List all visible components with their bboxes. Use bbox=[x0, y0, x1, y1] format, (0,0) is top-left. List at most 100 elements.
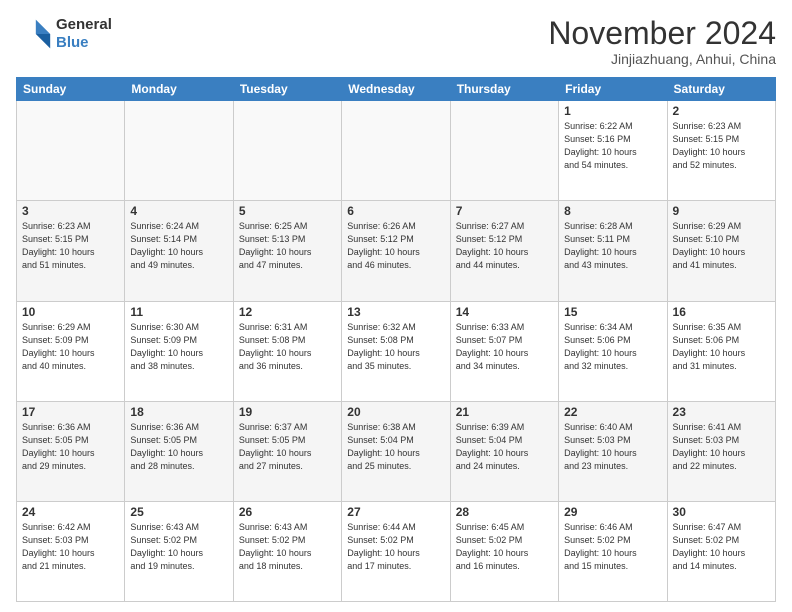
day-info: Sunrise: 6:47 AM Sunset: 5:02 PM Dayligh… bbox=[673, 521, 770, 573]
day-info: Sunrise: 6:36 AM Sunset: 5:05 PM Dayligh… bbox=[130, 421, 227, 473]
weekday-header-thursday: Thursday bbox=[450, 78, 558, 101]
calendar-day-5: 5 Sunrise: 6:25 AM Sunset: 5:13 PM Daylig… bbox=[233, 201, 341, 301]
day-number: 5 bbox=[239, 204, 336, 218]
calendar-day-11: 11 Sunrise: 6:30 AM Sunset: 5:09 PM Dayli… bbox=[125, 301, 233, 401]
calendar-day-14: 14Sunrise: 6:33 AM Sunset: 5:07 PM Dayli… bbox=[450, 301, 558, 401]
day-number: 7 bbox=[456, 204, 553, 218]
empty-cell bbox=[233, 101, 341, 201]
calendar-table: SundayMondayTuesdayWednesdayThursdayFrid… bbox=[16, 77, 776, 602]
location: Jinjiazhuang, Anhui, China bbox=[548, 51, 776, 67]
day-info: Sunrise: 6:44 AM Sunset: 5:02 PM Dayligh… bbox=[347, 521, 444, 573]
day-info: Sunrise: 6:38 AM Sunset: 5:04 PM Dayligh… bbox=[347, 421, 444, 473]
calendar-day-4: 4 Sunrise: 6:24 AM Sunset: 5:14 PM Daylig… bbox=[125, 201, 233, 301]
empty-cell bbox=[17, 101, 125, 201]
calendar-day-29: 29 Sunrise: 6:46 AM Sunset: 5:02 PM Dayli… bbox=[559, 501, 667, 601]
calendar-day-23: 23Sunrise: 6:41 AM Sunset: 5:03 PM Dayli… bbox=[667, 401, 775, 501]
calendar-day-30: 30 Sunrise: 6:47 AM Sunset: 5:02 PM Dayli… bbox=[667, 501, 775, 601]
day-number: 19 bbox=[239, 405, 336, 419]
day-info: Sunrise: 6:34 AM Sunset: 5:06 PM Dayligh… bbox=[564, 321, 661, 373]
weekday-header-monday: Monday bbox=[125, 78, 233, 101]
day-number: 3 bbox=[22, 204, 119, 218]
day-info: Sunrise: 6:36 AM Sunset: 5:05 PM Dayligh… bbox=[22, 421, 119, 473]
day-number: 4 bbox=[130, 204, 227, 218]
week-row-5: 24 Sunrise: 6:42 AM Sunset: 5:03 PM Dayli… bbox=[17, 501, 776, 601]
calendar-day-17: 17 Sunrise: 6:36 AM Sunset: 5:05 PM Dayli… bbox=[17, 401, 125, 501]
day-number: 2 bbox=[673, 104, 770, 118]
calendar-day-3: 3 Sunrise: 6:23 AM Sunset: 5:15 PM Daylig… bbox=[17, 201, 125, 301]
day-number: 14 bbox=[456, 305, 553, 319]
day-info: Sunrise: 6:23 AM Sunset: 5:15 PM Dayligh… bbox=[22, 220, 119, 272]
day-number: 28 bbox=[456, 505, 553, 519]
calendar-day-13: 13 Sunrise: 6:32 AM Sunset: 5:08 PM Dayli… bbox=[342, 301, 450, 401]
day-info: Sunrise: 6:29 AM Sunset: 5:10 PM Dayligh… bbox=[673, 220, 770, 272]
day-number: 18 bbox=[130, 405, 227, 419]
day-info: Sunrise: 6:42 AM Sunset: 5:03 PM Dayligh… bbox=[22, 521, 119, 573]
calendar-day-20: 20 Sunrise: 6:38 AM Sunset: 5:04 PM Dayli… bbox=[342, 401, 450, 501]
day-number: 24 bbox=[22, 505, 119, 519]
calendar-day-10: 10 Sunrise: 6:29 AM Sunset: 5:09 PM Dayli… bbox=[17, 301, 125, 401]
day-number: 13 bbox=[347, 305, 444, 319]
day-number: 11 bbox=[130, 305, 227, 319]
weekday-header-saturday: Saturday bbox=[667, 78, 775, 101]
title-block: November 2024 Jinjiazhuang, Anhui, China bbox=[548, 16, 776, 67]
calendar-day-16: 16Sunrise: 6:35 AM Sunset: 5:06 PM Dayli… bbox=[667, 301, 775, 401]
day-info: Sunrise: 6:23 AM Sunset: 5:15 PM Dayligh… bbox=[673, 120, 770, 172]
calendar-day-22: 22 Sunrise: 6:40 AM Sunset: 5:03 PM Dayli… bbox=[559, 401, 667, 501]
day-number: 29 bbox=[564, 505, 661, 519]
calendar-day-8: 8 Sunrise: 6:28 AM Sunset: 5:11 PM Daylig… bbox=[559, 201, 667, 301]
day-info: Sunrise: 6:40 AM Sunset: 5:03 PM Dayligh… bbox=[564, 421, 661, 473]
day-number: 22 bbox=[564, 405, 661, 419]
calendar-day-18: 18 Sunrise: 6:36 AM Sunset: 5:05 PM Dayli… bbox=[125, 401, 233, 501]
day-info: Sunrise: 6:24 AM Sunset: 5:14 PM Dayligh… bbox=[130, 220, 227, 272]
month-title: November 2024 bbox=[548, 16, 776, 51]
week-row-3: 10 Sunrise: 6:29 AM Sunset: 5:09 PM Dayli… bbox=[17, 301, 776, 401]
calendar-day-28: 28 Sunrise: 6:45 AM Sunset: 5:02 PM Dayli… bbox=[450, 501, 558, 601]
empty-cell bbox=[450, 101, 558, 201]
logo-text: General Blue bbox=[56, 16, 112, 52]
day-info: Sunrise: 6:30 AM Sunset: 5:09 PM Dayligh… bbox=[130, 321, 227, 373]
day-number: 1 bbox=[564, 104, 661, 118]
day-number: 20 bbox=[347, 405, 444, 419]
calendar-day-27: 27 Sunrise: 6:44 AM Sunset: 5:02 PM Dayli… bbox=[342, 501, 450, 601]
calendar-day-15: 15 Sunrise: 6:34 AM Sunset: 5:06 PM Dayli… bbox=[559, 301, 667, 401]
calendar-day-2: 2 Sunrise: 6:23 AM Sunset: 5:15 PM Daylig… bbox=[667, 101, 775, 201]
calendar-day-26: 26 Sunrise: 6:43 AM Sunset: 5:02 PM Dayli… bbox=[233, 501, 341, 601]
day-number: 15 bbox=[564, 305, 661, 319]
day-info: Sunrise: 6:46 AM Sunset: 5:02 PM Dayligh… bbox=[564, 521, 661, 573]
empty-cell bbox=[342, 101, 450, 201]
day-info: Sunrise: 6:28 AM Sunset: 5:11 PM Dayligh… bbox=[564, 220, 661, 272]
day-number: 10 bbox=[22, 305, 119, 319]
day-info: Sunrise: 6:32 AM Sunset: 5:08 PM Dayligh… bbox=[347, 321, 444, 373]
calendar-day-21: 21 Sunrise: 6:39 AM Sunset: 5:04 PM Dayli… bbox=[450, 401, 558, 501]
day-number: 12 bbox=[239, 305, 336, 319]
day-info: Sunrise: 6:43 AM Sunset: 5:02 PM Dayligh… bbox=[130, 521, 227, 573]
day-number: 8 bbox=[564, 204, 661, 218]
day-info: Sunrise: 6:45 AM Sunset: 5:02 PM Dayligh… bbox=[456, 521, 553, 573]
weekday-header-sunday: Sunday bbox=[17, 78, 125, 101]
week-row-1: 1 Sunrise: 6:22 AM Sunset: 5:16 PM Daylig… bbox=[17, 101, 776, 201]
day-info: Sunrise: 6:22 AM Sunset: 5:16 PM Dayligh… bbox=[564, 120, 661, 172]
day-number: 27 bbox=[347, 505, 444, 519]
page: General Blue November 2024 Jinjiazhuang,… bbox=[0, 0, 792, 612]
weekday-header-row: SundayMondayTuesdayWednesdayThursdayFrid… bbox=[17, 78, 776, 101]
day-number: 30 bbox=[673, 505, 770, 519]
day-info: Sunrise: 6:39 AM Sunset: 5:04 PM Dayligh… bbox=[456, 421, 553, 473]
empty-cell bbox=[125, 101, 233, 201]
day-info: Sunrise: 6:29 AM Sunset: 5:09 PM Dayligh… bbox=[22, 321, 119, 373]
day-info: Sunrise: 6:43 AM Sunset: 5:02 PM Dayligh… bbox=[239, 521, 336, 573]
week-row-2: 3 Sunrise: 6:23 AM Sunset: 5:15 PM Daylig… bbox=[17, 201, 776, 301]
weekday-header-friday: Friday bbox=[559, 78, 667, 101]
day-number: 9 bbox=[673, 204, 770, 218]
calendar-day-6: 6Sunrise: 6:26 AM Sunset: 5:12 PM Daylig… bbox=[342, 201, 450, 301]
day-number: 17 bbox=[22, 405, 119, 419]
day-info: Sunrise: 6:26 AM Sunset: 5:12 PM Dayligh… bbox=[347, 220, 444, 272]
calendar-day-7: 7Sunrise: 6:27 AM Sunset: 5:12 PM Daylig… bbox=[450, 201, 558, 301]
day-number: 21 bbox=[456, 405, 553, 419]
day-number: 26 bbox=[239, 505, 336, 519]
header: General Blue November 2024 Jinjiazhuang,… bbox=[16, 16, 776, 67]
day-number: 23 bbox=[673, 405, 770, 419]
day-info: Sunrise: 6:25 AM Sunset: 5:13 PM Dayligh… bbox=[239, 220, 336, 272]
calendar-day-19: 19Sunrise: 6:37 AM Sunset: 5:05 PM Dayli… bbox=[233, 401, 341, 501]
calendar-day-25: 25Sunrise: 6:43 AM Sunset: 5:02 PM Dayli… bbox=[125, 501, 233, 601]
day-number: 16 bbox=[673, 305, 770, 319]
